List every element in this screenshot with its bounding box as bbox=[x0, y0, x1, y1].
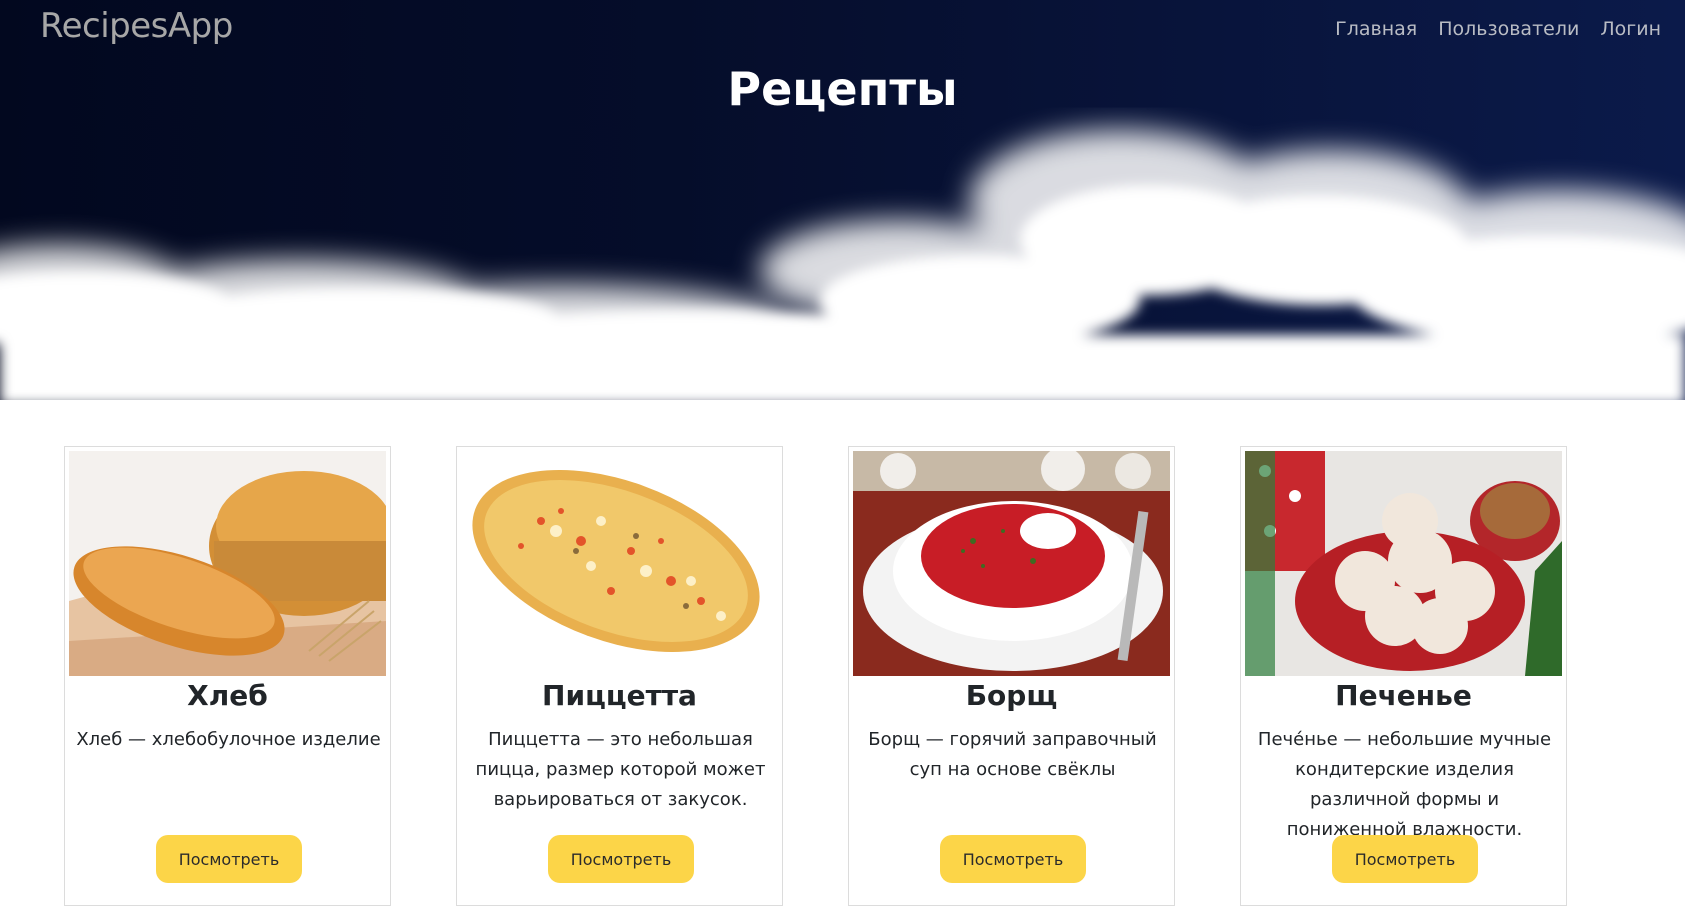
hero-banner: RecipesApp Главная Пользователи Логин Ре… bbox=[0, 0, 1685, 400]
view-recipe-button[interactable]: Посмотреть bbox=[1332, 835, 1478, 883]
recipe-description: Борщ — горячий заправочный суп на основе… bbox=[868, 729, 1157, 780]
recipe-title: Печенье bbox=[1335, 679, 1472, 712]
pizzetta-image bbox=[461, 451, 778, 676]
recipe-title: Хлеб bbox=[187, 679, 268, 712]
page-title: Рецепты bbox=[727, 62, 958, 116]
recipe-card-cookies: Печенье Печéнье — небольшие мучные конди… bbox=[1240, 446, 1567, 906]
top-navbar: RecipesApp Главная Пользователи Логин bbox=[0, 0, 1685, 56]
cookies-image bbox=[1245, 451, 1562, 676]
brand-logo[interactable]: RecipesApp bbox=[40, 6, 233, 46]
view-recipe-button[interactable]: Посмотреть bbox=[156, 835, 302, 883]
recipe-title: Пиццетта bbox=[542, 679, 697, 712]
view-recipe-button[interactable]: Посмотреть bbox=[940, 835, 1086, 883]
recipe-title: Борщ bbox=[965, 679, 1058, 712]
recipe-card-pizzetta: Пиццетта Пиццетта — это небольшая пицца,… bbox=[456, 446, 783, 906]
recipe-card-bread: Хлеб Хлеб — хлебобулочное изделие Посмот… bbox=[64, 446, 391, 906]
view-recipe-button[interactable]: Посмотреть bbox=[548, 835, 694, 883]
bread-image bbox=[69, 451, 386, 676]
clouds-background bbox=[0, 130, 1685, 400]
nav-link-login[interactable]: Логин bbox=[1600, 18, 1661, 40]
nav-link-users[interactable]: Пользователи bbox=[1438, 18, 1579, 40]
recipe-description: Печéнье — небольшие мучные кондитерские … bbox=[1257, 729, 1552, 840]
borscht-image bbox=[853, 451, 1170, 676]
nav-links: Главная Пользователи Логин bbox=[1335, 18, 1661, 40]
recipe-card-borscht: Борщ Борщ — горячий заправочный суп на о… bbox=[848, 446, 1175, 906]
recipe-description: Пиццетта — это небольшая пицца, размер к… bbox=[475, 729, 766, 810]
nav-link-home[interactable]: Главная bbox=[1335, 18, 1417, 40]
recipe-description: Хлеб — хлебобулочное изделие bbox=[76, 729, 381, 750]
